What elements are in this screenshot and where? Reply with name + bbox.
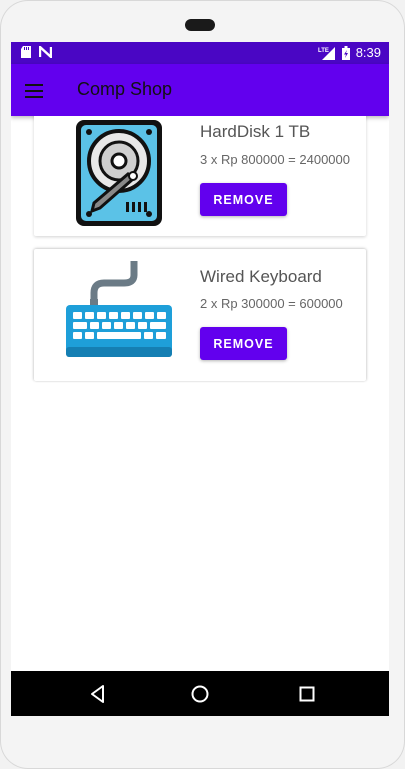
cart-item-keyboard: Wired Keyboard 2 x Rp 300000 = 600000 RE… xyxy=(34,249,366,381)
lte-signal-icon: LTE xyxy=(318,46,335,60)
device-frame: LTE 8:39 Comp Shop HardDisk 1 TB 3 x Rp … xyxy=(0,0,405,769)
svg-text:LTE: LTE xyxy=(318,48,329,54)
home-icon[interactable] xyxy=(189,683,211,705)
product-price-detail: 2 x Rp 300000 = 600000 xyxy=(200,296,343,311)
hamburger-menu-icon[interactable] xyxy=(25,80,49,100)
status-time: 8:39 xyxy=(355,45,381,60)
cart-item-harddisk: HardDisk 1 TB 3 x Rp 800000 = 2400000 RE… xyxy=(34,116,366,236)
recent-apps-icon[interactable] xyxy=(296,683,318,705)
cart-list: HardDisk 1 TB 3 x Rp 800000 = 2400000 RE… xyxy=(11,116,389,671)
screen: LTE 8:39 Comp Shop HardDisk 1 TB 3 x Rp … xyxy=(11,42,389,716)
app-bar: Comp Shop xyxy=(11,64,389,116)
product-price-detail: 3 x Rp 800000 = 2400000 xyxy=(200,152,350,167)
sd-card-icon xyxy=(21,46,31,58)
earpiece xyxy=(185,19,215,31)
app-title: Comp Shop xyxy=(77,79,173,99)
remove-button[interactable]: REMOVE xyxy=(200,327,287,360)
back-icon[interactable] xyxy=(87,683,109,705)
notification-n-icon xyxy=(39,46,52,58)
harddisk-icon xyxy=(76,120,162,226)
system-nav-bar xyxy=(11,671,389,716)
status-bar: LTE 8:39 xyxy=(11,42,389,64)
keyboard-icon xyxy=(66,261,172,357)
remove-button[interactable]: REMOVE xyxy=(200,183,287,216)
product-name: HardDisk 1 TB xyxy=(200,122,311,141)
battery-icon xyxy=(341,45,350,60)
product-name: Wired Keyboard xyxy=(200,267,322,286)
